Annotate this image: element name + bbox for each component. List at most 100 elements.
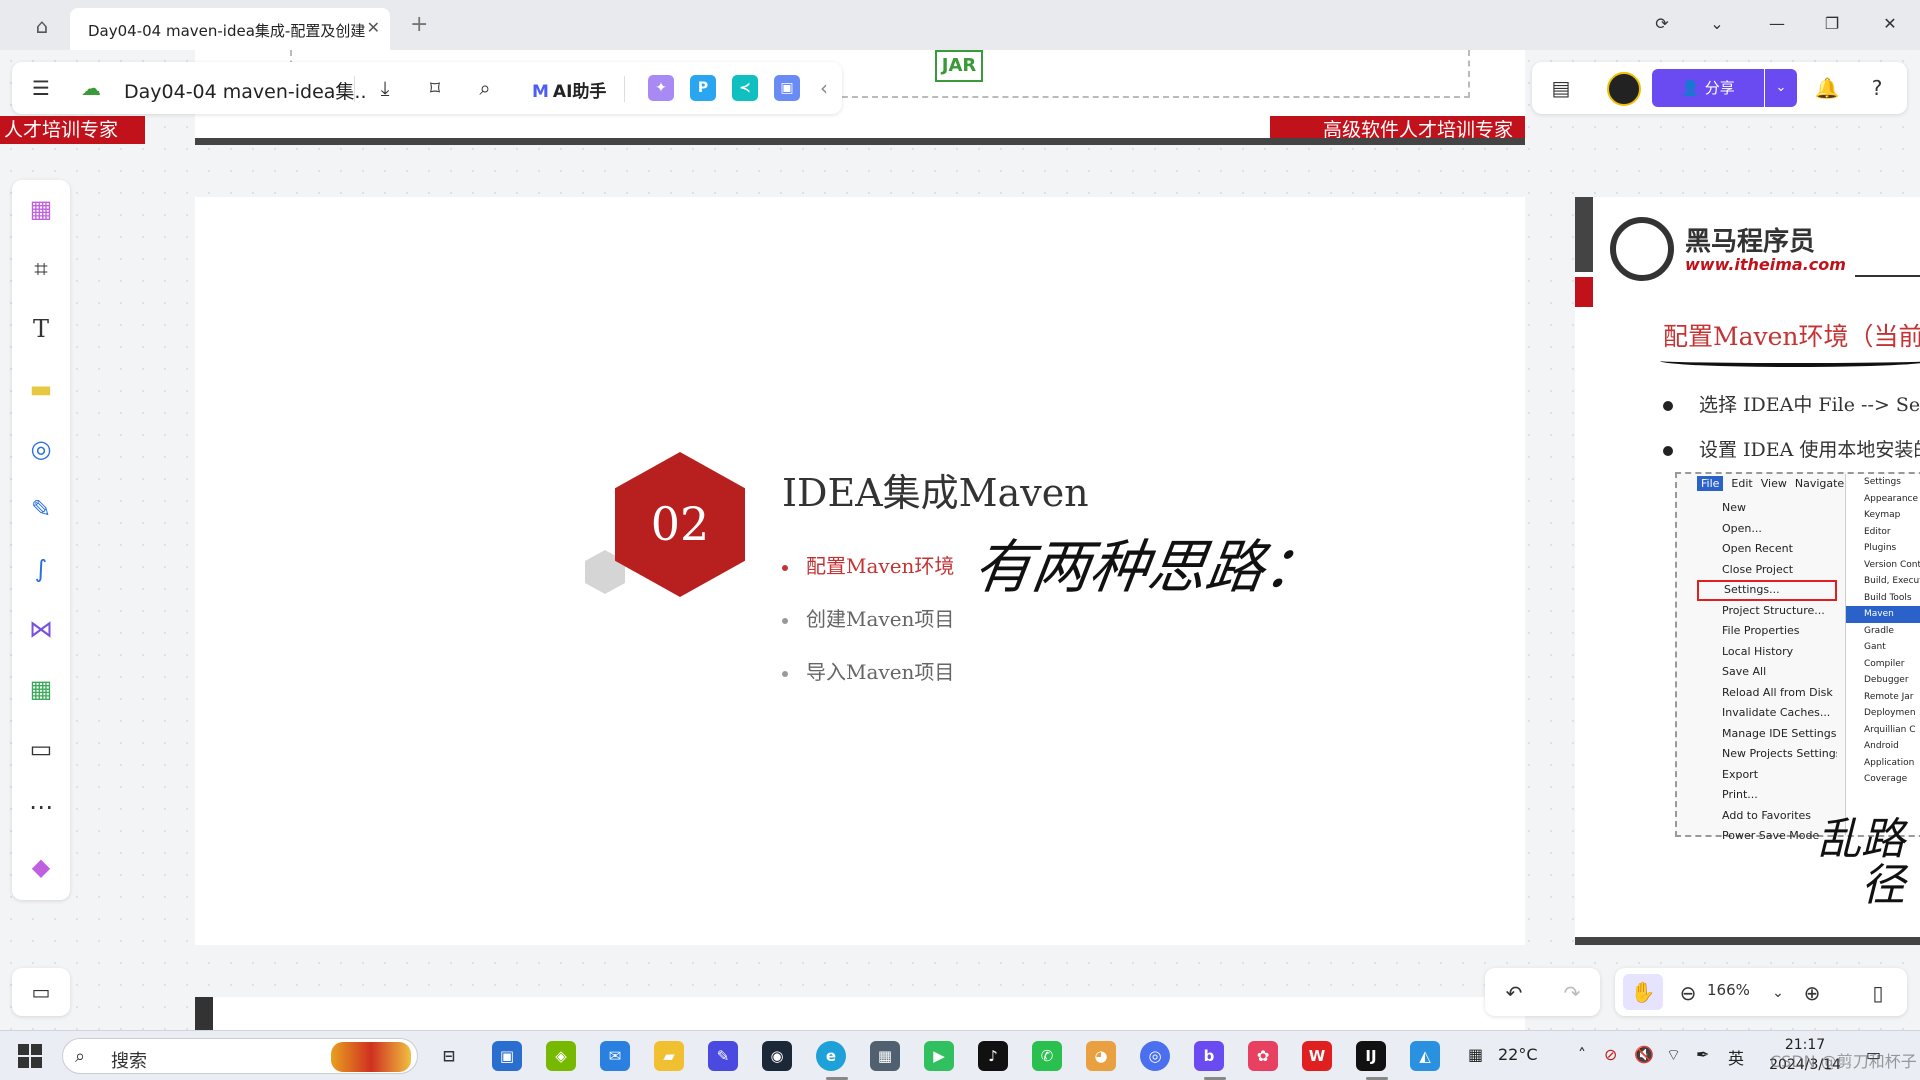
- image-gen-icon[interactable]: ✦: [648, 75, 674, 101]
- editor-icon[interactable]: ✎: [708, 1041, 738, 1071]
- cloud-sync-icon[interactable]: ☁: [78, 76, 104, 100]
- nvidia-icon[interactable]: ◈: [546, 1041, 576, 1071]
- chevron-down-icon[interactable]: ⌄: [1765, 980, 1791, 1006]
- plugin-icon[interactable]: ◆: [24, 850, 58, 884]
- close-window-button[interactable]: ✕: [1878, 14, 1902, 33]
- photo-icon[interactable]: ◭: [1410, 1041, 1440, 1071]
- new-tab-button[interactable]: +: [410, 12, 428, 37]
- volume-muted-icon[interactable]: 🔇: [1634, 1045, 1654, 1064]
- bullet-item: 创建Maven项目: [782, 603, 954, 632]
- frame-icon[interactable]: ⌗: [24, 252, 58, 286]
- player-icon[interactable]: ▶: [924, 1041, 954, 1071]
- undo-icon[interactable]: ↶: [1501, 980, 1527, 1006]
- tray-expand-icon[interactable]: ˄: [1578, 1045, 1586, 1064]
- header-line: [1855, 275, 1920, 277]
- bell-icon[interactable]: 🔔: [1814, 76, 1840, 100]
- browser-tab-active[interactable]: Day04-04 maven-idea集成-配置及创建 ✕: [70, 8, 390, 50]
- ai-assistant-button[interactable]: M AI助手: [532, 77, 606, 102]
- redo-icon[interactable]: ↷: [1559, 980, 1585, 1006]
- menu-icon[interactable]: ☰: [28, 76, 54, 100]
- share-dropdown-button[interactable]: ⌄: [1765, 69, 1797, 107]
- weather-temp[interactable]: 22°C: [1498, 1045, 1538, 1064]
- browser-tabbar: ⌂ Day04-04 maven-idea集成-配置及创建 ✕ + ⟳ ⌄ — …: [0, 0, 1920, 50]
- weather-icon[interactable]: ▦: [1468, 1045, 1483, 1064]
- chat-icon[interactable]: ▣: [774, 75, 800, 101]
- bullet-dot: [782, 564, 788, 571]
- minimap-toggle-icon[interactable]: ▭: [12, 968, 70, 1016]
- zoom-level[interactable]: 166%: [1707, 981, 1750, 999]
- help-icon[interactable]: ?: [1864, 76, 1890, 100]
- pen-icon[interactable]: ✎: [24, 492, 58, 526]
- hand-tool-icon[interactable]: ✋: [1623, 974, 1663, 1010]
- search-icon[interactable]: ⌕: [472, 76, 498, 100]
- book-view-icon[interactable]: ▯: [1865, 980, 1891, 1006]
- connector-icon[interactable]: ∫: [24, 552, 58, 586]
- search-placeholder: 搜索: [111, 1051, 147, 1072]
- shiba-icon[interactable]: ◕: [1086, 1041, 1116, 1071]
- browser-icon[interactable]: ◎: [1140, 1041, 1170, 1071]
- banner-left: 人才培训专家: [0, 116, 145, 144]
- minimize-button[interactable]: —: [1765, 14, 1789, 33]
- tag-icon[interactable]: ⌑: [422, 76, 448, 100]
- bullet-item: 设置 IDEA 使用本地安装的 Maven: [1663, 435, 1920, 462]
- edge-icon[interactable]: e: [816, 1041, 846, 1071]
- top-toolbar: ☰ ☁ Day04-04 maven-idea集.. ⤓ ⌑ ⌕ M AI助手 ✦…: [12, 62, 842, 114]
- shape-icon[interactable]: ◎: [24, 432, 58, 466]
- task-view-icon[interactable]: ⊟: [434, 1041, 464, 1071]
- separator: [354, 76, 355, 102]
- table-icon[interactable]: ▦: [24, 672, 58, 706]
- pen-input-icon[interactable]: ✒: [1696, 1045, 1709, 1064]
- close-tab-icon[interactable]: ✕: [367, 18, 380, 37]
- mail-icon[interactable]: ✉: [600, 1041, 630, 1071]
- windows-start-icon[interactable]: [18, 1044, 42, 1068]
- itheima-logo-icon: [1610, 217, 1674, 281]
- intellij-icon[interactable]: IJ: [1356, 1041, 1386, 1071]
- menubar: File Edit View Navigate: [1697, 476, 1852, 495]
- textbox-icon[interactable]: ▭: [24, 732, 58, 766]
- document-title[interactable]: Day04-04 maven-idea集..: [124, 77, 367, 104]
- folder-icon[interactable]: ▰: [654, 1041, 684, 1071]
- download-icon[interactable]: ⤓: [372, 76, 398, 100]
- app-icon[interactable]: ▦: [870, 1041, 900, 1071]
- avatar[interactable]: [1607, 72, 1641, 106]
- slide-accent-bar: [195, 997, 213, 1030]
- home-icon[interactable]: ⌂: [30, 14, 54, 38]
- refresh-icon[interactable]: ⟳: [1650, 14, 1674, 33]
- wifi-icon[interactable]: ⌔: [1666, 1045, 1681, 1065]
- zoom-out-icon[interactable]: ⊖: [1675, 980, 1701, 1006]
- bullet-dot: [1663, 401, 1673, 411]
- collapse-icon[interactable]: ‹: [814, 76, 834, 100]
- sticky-note-icon[interactable]: ▬: [24, 372, 58, 406]
- p-app-icon[interactable]: P: [690, 75, 716, 101]
- slide-next[interactable]: 黑马程序员 www.itheima.com 配置Maven环境（当前工程） 选择…: [1575, 197, 1920, 945]
- tiktok-icon[interactable]: ♪: [978, 1041, 1008, 1071]
- slide-below: [195, 997, 1525, 1030]
- handwritten-annotation: 乱路径: [1817, 814, 1905, 911]
- separator: [624, 76, 625, 102]
- ime-indicator[interactable]: 英: [1728, 1045, 1744, 1069]
- briefcase-icon[interactable]: ▤: [1548, 76, 1574, 100]
- search-highlight-art: [331, 1042, 411, 1072]
- wps-icon[interactable]: W: [1302, 1041, 1332, 1071]
- template-icon[interactable]: ▦: [24, 192, 58, 226]
- wechat-icon[interactable]: ✆: [1032, 1041, 1062, 1071]
- paint-icon[interactable]: ✿: [1248, 1041, 1278, 1071]
- zoom-in-icon[interactable]: ⊕: [1799, 980, 1825, 1006]
- restore-button[interactable]: ❐: [1820, 14, 1844, 33]
- board-app-icon[interactable]: b: [1194, 1041, 1224, 1071]
- slide-divider-bar: [195, 138, 1525, 145]
- share-button[interactable]: 👤 分享: [1652, 69, 1764, 107]
- mindmap-icon[interactable]: ≺: [732, 75, 758, 101]
- idea-file-menu-screenshot: File Edit View Navigate New Open... Open Re…: [1675, 472, 1920, 842]
- slide-accent-red: [1575, 277, 1593, 307]
- slide-heading: 配置Maven环境（当前工程）: [1663, 322, 1920, 351]
- chevron-down-icon[interactable]: ⌄: [1705, 14, 1729, 33]
- store-icon[interactable]: ▣: [492, 1041, 522, 1071]
- steam-icon[interactable]: ◉: [762, 1041, 792, 1071]
- text-icon[interactable]: T: [24, 312, 58, 346]
- taskbar-search[interactable]: ⌕ 搜索: [62, 1038, 418, 1074]
- more-icon[interactable]: ⋯: [24, 790, 58, 824]
- network-warning-icon[interactable]: ⊘: [1604, 1045, 1617, 1064]
- mindmap-icon[interactable]: ⋈: [24, 612, 58, 646]
- search-icon: ⌕: [75, 1046, 86, 1067]
